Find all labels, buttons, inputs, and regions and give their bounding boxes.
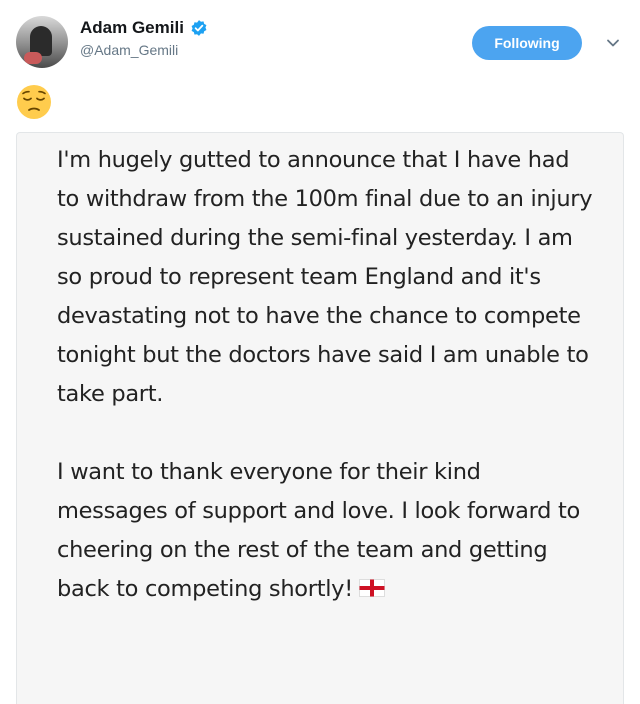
verified-badge-icon xyxy=(191,20,207,36)
statement-image[interactable]: I'm hugely gutted to announce that I hav… xyxy=(16,132,624,704)
chevron-down-icon[interactable] xyxy=(606,36,620,50)
statement-paragraph-2: I want to thank everyone for their kind … xyxy=(57,453,597,609)
following-button[interactable]: Following xyxy=(472,26,582,60)
tweet-header: Adam Gemili @Adam_Gemili Following xyxy=(16,12,624,68)
handle[interactable]: @Adam_Gemili xyxy=(80,42,208,58)
england-flag-icon xyxy=(358,578,385,597)
author-block: Adam Gemili @Adam_Gemili xyxy=(80,18,208,58)
display-name-row: Adam Gemili xyxy=(80,18,208,38)
statement-paragraph-2-text: I want to thank everyone for their kind … xyxy=(57,459,580,602)
pensive-face-emoji-icon xyxy=(17,85,51,119)
avatar-patch xyxy=(24,52,42,64)
display-name[interactable]: Adam Gemili xyxy=(80,18,184,38)
avatar[interactable] xyxy=(16,16,68,68)
statement-paragraph-1: I'm hugely gutted to announce that I hav… xyxy=(57,147,593,407)
statement-text: I'm hugely gutted to announce that I hav… xyxy=(57,141,597,609)
